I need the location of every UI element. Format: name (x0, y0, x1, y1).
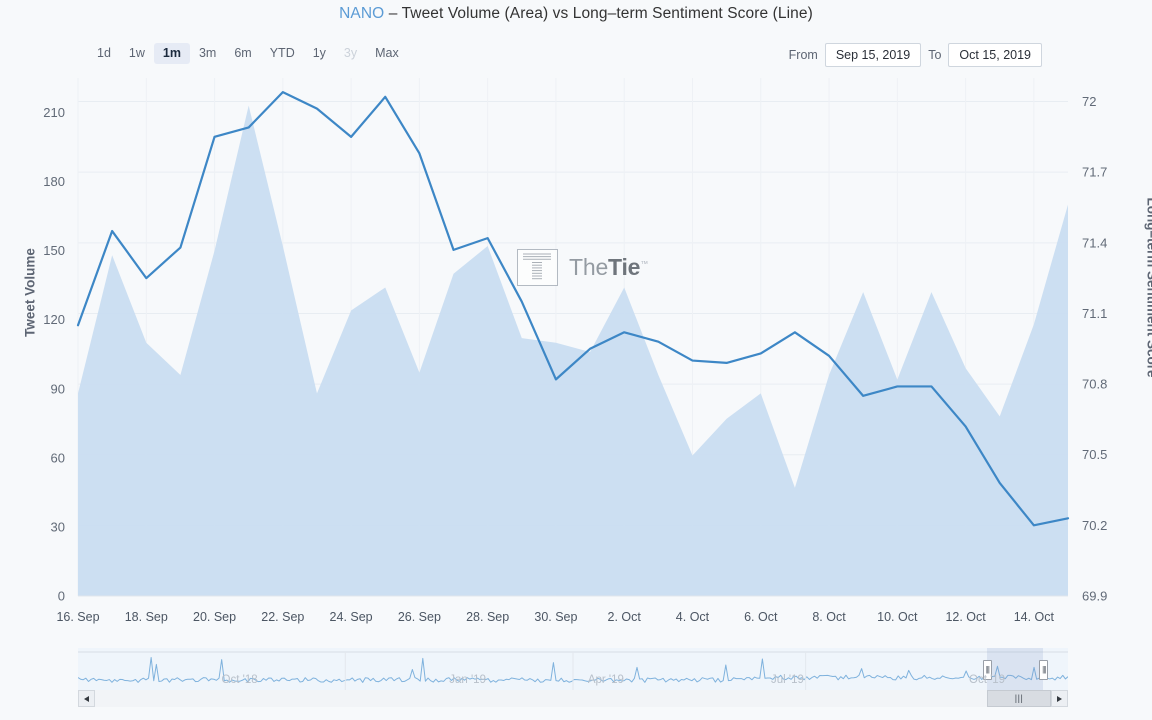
x-axis-tick: 30. Sep (534, 610, 577, 624)
y-axis-right-tick: 71.1 (1082, 306, 1107, 321)
scrollbar-grip: ||| (1014, 693, 1024, 703)
navigator-label: Jul '19 (771, 674, 804, 686)
navigator[interactable]: ||| ||| Oct '18 Jan '19 Apr '19 Jul '19 Oct … (77, 648, 1069, 692)
y-axis-right-tick: 70.5 (1082, 447, 1107, 462)
y-axis-right-tick: 71.4 (1082, 235, 1107, 250)
scrollbar-thumb[interactable]: ||| (986, 690, 1052, 707)
navigator-label: Jan '19 (449, 674, 486, 686)
y-axis-left-tick: 210 (43, 105, 65, 120)
x-axis-tick: 20. Sep (193, 610, 236, 624)
x-axis-tick: 18. Sep (125, 610, 168, 624)
y-axis-left-tick: 180 (43, 174, 65, 189)
x-axis-tick: 28. Sep (466, 610, 509, 624)
x-axis-tick: 26. Sep (398, 610, 441, 624)
y-axis-left-tick: 120 (43, 312, 65, 327)
x-axis-tick: 4. Oct (676, 610, 710, 624)
navigator-label: Oct '18 (221, 674, 258, 686)
y-axis-right-tick: 71.7 (1082, 165, 1107, 180)
y-axis-left-tick: 30 (51, 519, 65, 534)
y-axis-left-tick: 150 (43, 243, 65, 258)
plot-area[interactable]: 0 30 60 90 120 150 180 210 69.9 70.2 70.5 70.8 71.1 7… (0, 0, 1152, 640)
x-axis-tick: 6. Oct (744, 610, 778, 624)
x-axis-tick: 24. Sep (330, 610, 373, 624)
scroll-left-button[interactable] (78, 690, 95, 707)
x-axis-tick: 8. Oct (812, 610, 846, 624)
x-axis-tick: 16. Sep (56, 610, 99, 624)
y-axis-right-tick: 69.9 (1082, 589, 1107, 604)
x-axis-tick: 12. Oct (945, 610, 986, 624)
y-axis-left-tick: 90 (51, 381, 65, 396)
scroll-right-button[interactable] (1051, 690, 1068, 707)
navigator-handle-right[interactable]: ||| (1039, 660, 1049, 680)
y-axis-right-tick: 72 (1082, 94, 1096, 109)
navigator-label: Oct '19 (969, 674, 1006, 686)
chart-container: NANO – Tweet Volume (Area) vs Long–term … (0, 0, 1152, 720)
x-axis-tick: 2. Oct (608, 610, 642, 624)
x-axis-tick: 10. Oct (877, 610, 918, 624)
arrow-right-icon (1057, 695, 1062, 702)
y-axis-left-tick: 0 (58, 589, 65, 604)
scrollbar[interactable]: ||| (78, 690, 1068, 707)
y-axis-right-tick: 70.8 (1082, 377, 1107, 392)
y-axis-left-tick: 60 (51, 450, 65, 465)
handle-grip-right: ||| (1042, 665, 1046, 674)
y-axis-right-tick: 70.2 (1082, 518, 1107, 533)
navigator-label: Apr '19 (587, 674, 624, 686)
handle-grip-left: ||| (985, 665, 990, 674)
arrow-left-icon (84, 695, 89, 702)
x-axis-tick: 22. Sep (261, 610, 304, 624)
x-axis-tick: 14. Oct (1014, 610, 1055, 624)
